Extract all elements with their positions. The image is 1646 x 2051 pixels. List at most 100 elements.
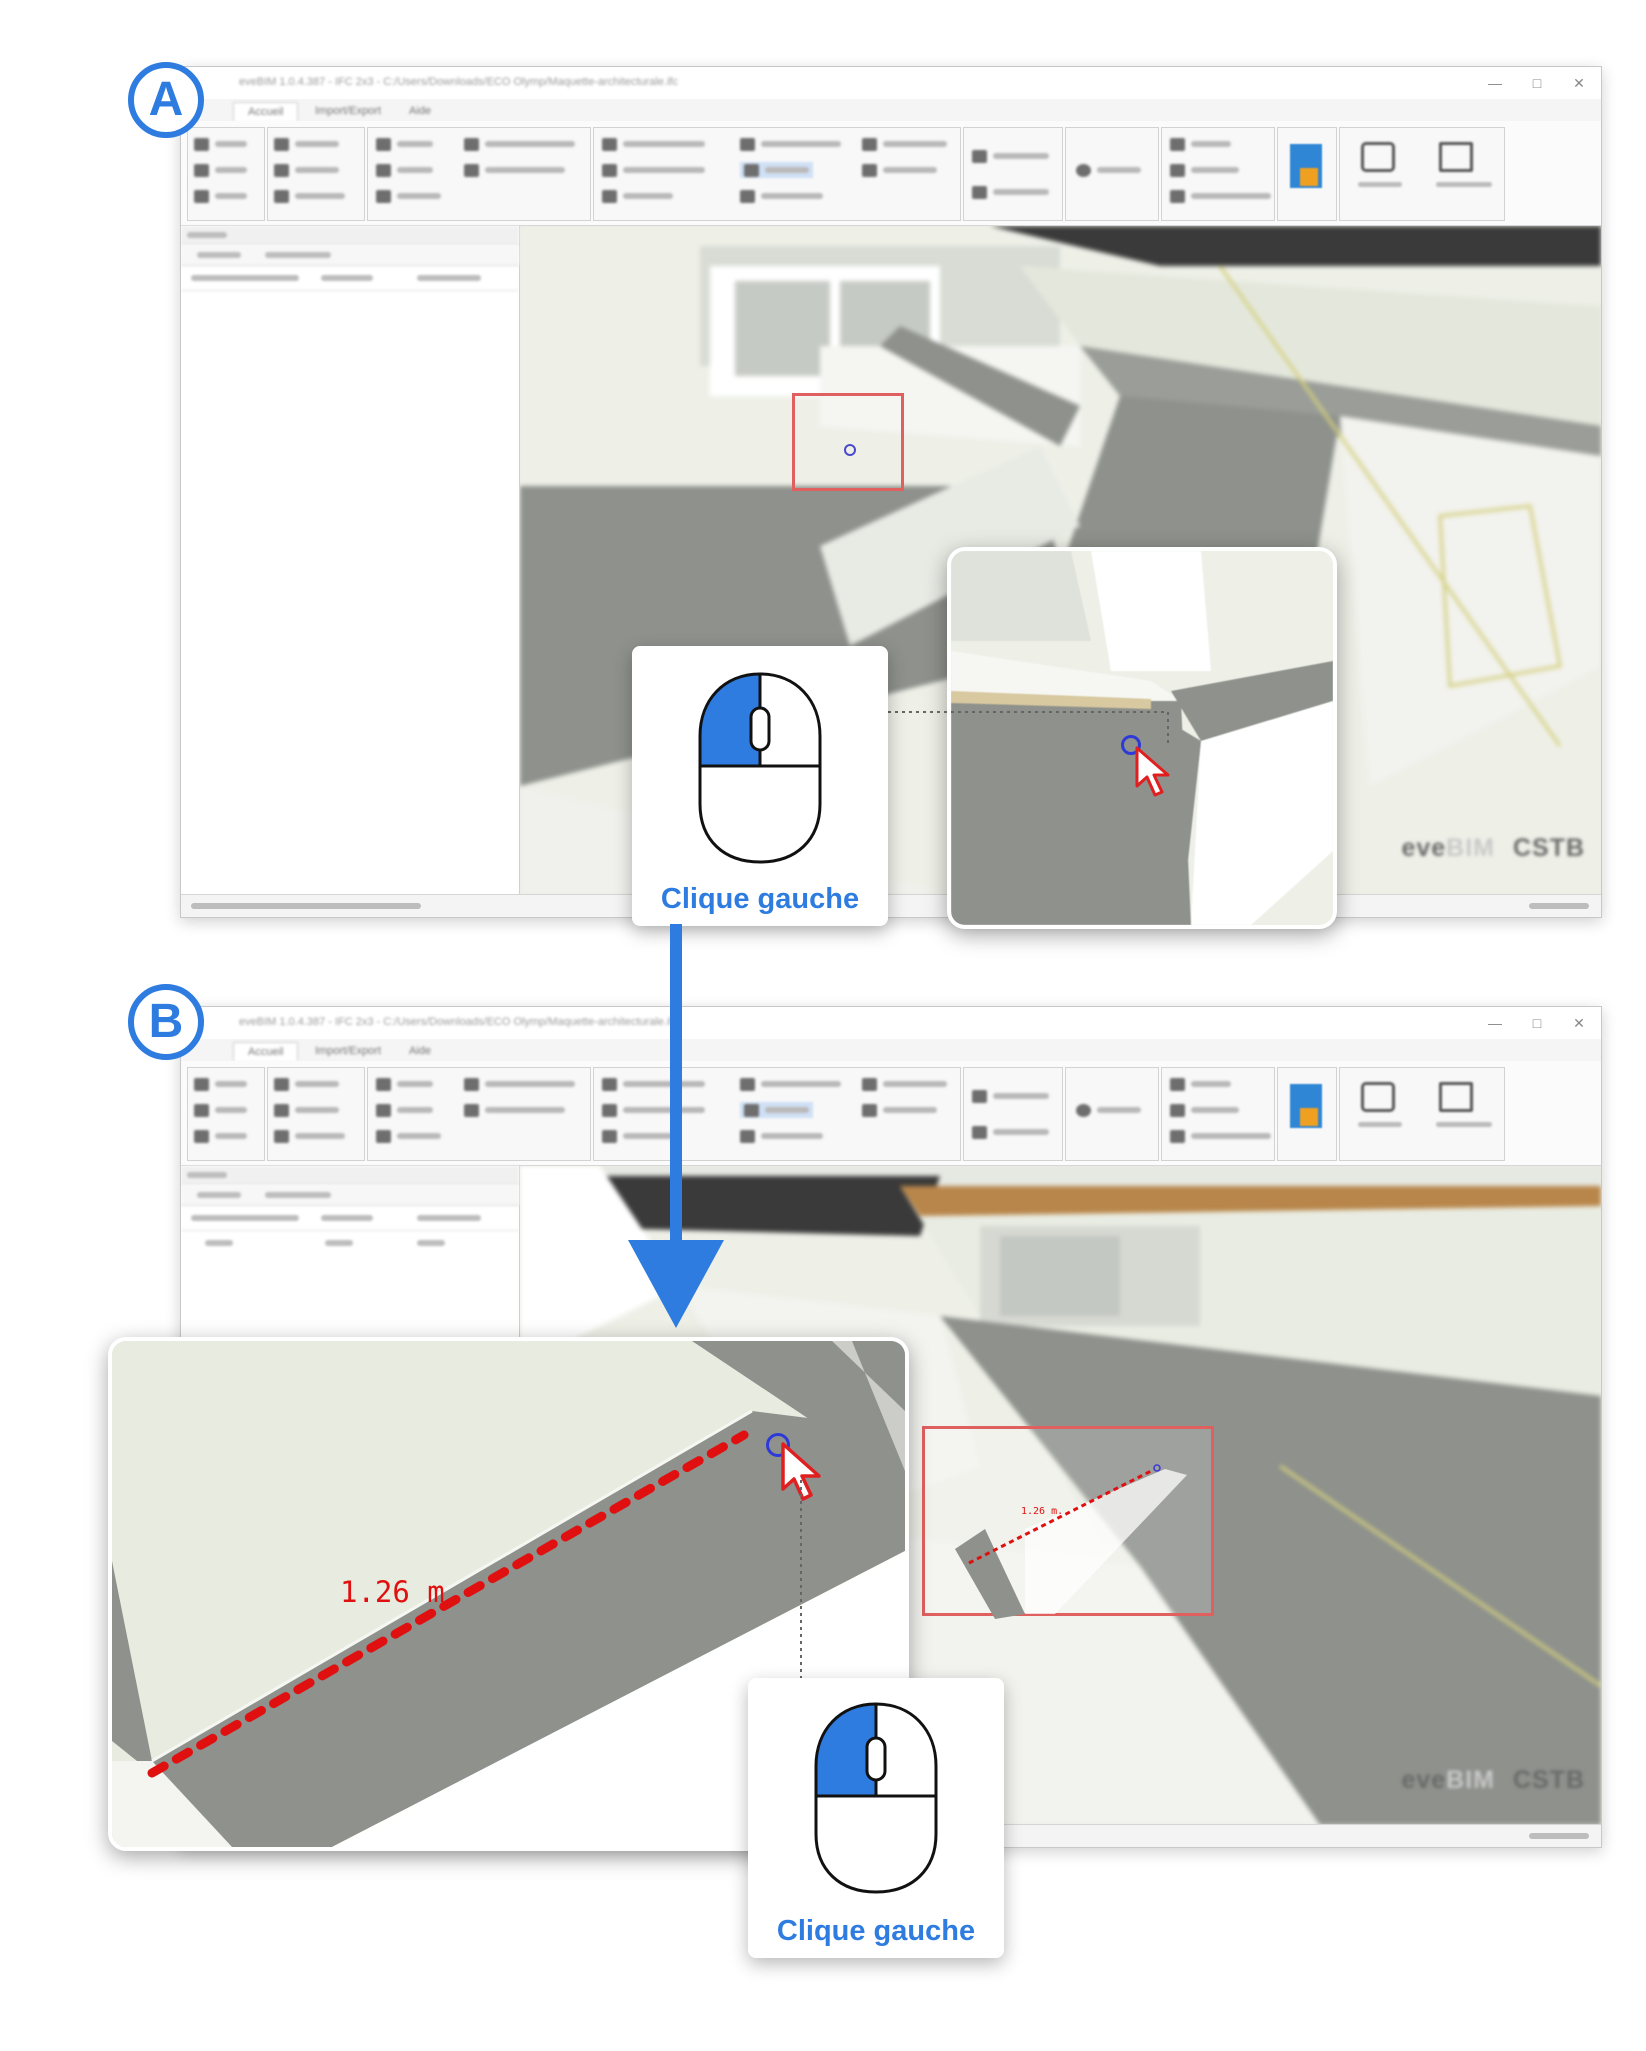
close-icon[interactable]: ✕ bbox=[1569, 1013, 1589, 1033]
ribbon-toolbar bbox=[181, 121, 1601, 226]
ribbon-button[interactable] bbox=[862, 1102, 937, 1118]
ribbon-group-selection bbox=[1065, 1067, 1159, 1161]
ribbon-big-button[interactable] bbox=[1358, 1082, 1402, 1127]
ribbon-group-ifcsg bbox=[1277, 1067, 1337, 1161]
step-badge-b: B bbox=[128, 984, 204, 1060]
ribbon-group-verification bbox=[963, 127, 1063, 221]
ribbon-button[interactable] bbox=[740, 188, 823, 204]
ribbon-button[interactable] bbox=[602, 162, 705, 178]
ribbon-button[interactable] bbox=[1170, 188, 1271, 204]
panel-header bbox=[181, 1166, 519, 1185]
ribbon-button[interactable] bbox=[972, 184, 1049, 200]
window-title: eveBIM 1.0.4.387 - IFC 2x3 - C:/Users/Do… bbox=[239, 76, 678, 88]
down-arrow-icon bbox=[628, 924, 724, 1328]
ribbon-button[interactable] bbox=[376, 1128, 441, 1144]
ribbon-button[interactable] bbox=[1170, 1076, 1231, 1092]
tab-distance[interactable] bbox=[197, 1192, 241, 1198]
ribbon-button[interactable] bbox=[274, 136, 339, 152]
mouse-card-caption: Clique gauche bbox=[660, 883, 860, 915]
ribbon-button[interactable] bbox=[1170, 1102, 1239, 1118]
measure-panel bbox=[181, 226, 520, 895]
tab-surface[interactable] bbox=[265, 252, 331, 258]
tab-import-export[interactable]: Import/Export bbox=[301, 102, 395, 120]
ribbon-tabs: Accueil Import/Export Aide bbox=[181, 1039, 1601, 1062]
ribbon-big-button[interactable] bbox=[1358, 142, 1402, 187]
ribbon-group-extensions bbox=[1339, 1067, 1505, 1161]
maximize-icon[interactable]: □ bbox=[1527, 73, 1547, 93]
ribbon-button[interactable] bbox=[1076, 1102, 1141, 1118]
minimize-icon[interactable]: — bbox=[1485, 1013, 1505, 1033]
ribbon-button[interactable] bbox=[464, 136, 575, 152]
maximize-icon[interactable]: □ bbox=[1527, 1013, 1547, 1033]
ribbon-button[interactable] bbox=[194, 188, 247, 204]
tab-accueil[interactable]: Accueil bbox=[233, 102, 299, 121]
ribbon-button[interactable] bbox=[376, 1102, 433, 1118]
ribbon-group-selection bbox=[1065, 127, 1159, 221]
measurement-label: 1.26 m. bbox=[340, 1575, 463, 1609]
measurement-line-small bbox=[955, 1464, 1187, 1619]
ribbon-button[interactable] bbox=[464, 1102, 565, 1118]
ribbon-button[interactable] bbox=[274, 1076, 339, 1092]
mouse-card-b: Clique gauche bbox=[748, 1678, 1004, 1958]
ribbon-button[interactable] bbox=[862, 1076, 947, 1092]
panel-header bbox=[181, 226, 519, 245]
ribbon-button[interactable] bbox=[464, 162, 565, 178]
ribbon-button[interactable] bbox=[602, 136, 705, 152]
tab-distance[interactable] bbox=[197, 252, 241, 258]
ribbon-big-button[interactable] bbox=[1436, 142, 1492, 187]
ribbon-button[interactable] bbox=[194, 1128, 247, 1144]
ribbon-button[interactable] bbox=[1170, 162, 1239, 178]
tab-aide[interactable]: Aide bbox=[395, 102, 445, 120]
ribbon-button[interactable] bbox=[1170, 1128, 1271, 1144]
ribbon-button[interactable] bbox=[274, 188, 345, 204]
tab-accueil[interactable]: Accueil bbox=[233, 1042, 299, 1061]
ribbon-button[interactable] bbox=[862, 136, 947, 152]
snap-point-icon bbox=[844, 444, 856, 456]
ribbon-button[interactable] bbox=[972, 1124, 1049, 1140]
measure-result-row[interactable] bbox=[181, 1231, 519, 1255]
ribbon-group-modeles bbox=[367, 127, 591, 221]
ribbon-button[interactable] bbox=[1170, 136, 1231, 152]
ribbon-button[interactable] bbox=[274, 162, 339, 178]
ribbon-group-edition bbox=[267, 1067, 365, 1161]
ribbon-button[interactable] bbox=[862, 162, 937, 178]
ribbon-button[interactable] bbox=[376, 162, 433, 178]
ribbon-group-modeles bbox=[367, 1067, 591, 1161]
ribbon-group-fichier bbox=[187, 1067, 265, 1161]
ribbon-button[interactable] bbox=[972, 1088, 1049, 1104]
ifcsg-badge bbox=[1300, 168, 1318, 186]
ribbon-group-verification bbox=[963, 1067, 1063, 1161]
ribbon-button[interactable] bbox=[194, 1076, 247, 1092]
ribbon-button[interactable] bbox=[274, 1102, 339, 1118]
ribbon-button[interactable] bbox=[740, 1128, 823, 1144]
measure-tool-button[interactable] bbox=[740, 1102, 813, 1118]
tab-aide[interactable]: Aide bbox=[395, 1042, 445, 1060]
snap-target-highlight bbox=[792, 393, 904, 491]
ribbon-button[interactable] bbox=[740, 1076, 841, 1092]
ribbon-big-button[interactable] bbox=[1436, 1082, 1492, 1127]
evebim-watermark: eveBIM CSTB bbox=[1401, 1766, 1585, 1794]
ribbon-button[interactable] bbox=[1076, 162, 1141, 178]
minimize-icon[interactable]: — bbox=[1485, 73, 1505, 93]
ribbon-button[interactable] bbox=[376, 136, 433, 152]
ribbon-button[interactable] bbox=[376, 188, 441, 204]
ribbon-button[interactable] bbox=[194, 136, 247, 152]
ribbon-button[interactable] bbox=[376, 1076, 433, 1092]
ribbon-group-vue-ifc bbox=[1161, 1067, 1275, 1161]
callout-connector bbox=[800, 1480, 802, 1685]
ribbon-button[interactable] bbox=[274, 1128, 345, 1144]
close-icon[interactable]: ✕ bbox=[1569, 73, 1589, 93]
ribbon-button[interactable] bbox=[740, 136, 841, 152]
ribbon-group-edition bbox=[267, 127, 365, 221]
ribbon-button[interactable] bbox=[602, 188, 673, 204]
ribbon-button[interactable] bbox=[194, 162, 247, 178]
ribbon-button[interactable] bbox=[464, 1076, 575, 1092]
ribbon-group-vue-ifc bbox=[1161, 127, 1275, 221]
tab-import-export[interactable]: Import/Export bbox=[301, 1042, 395, 1060]
ribbon-button[interactable] bbox=[194, 1102, 247, 1118]
tab-surface[interactable] bbox=[265, 1192, 331, 1198]
measure-tool-button[interactable] bbox=[740, 162, 813, 178]
ribbon-button[interactable] bbox=[972, 148, 1049, 164]
title-bar: eveBIM 1.0.4.387 - IFC 2x3 - C:/Users/Do… bbox=[181, 1007, 1601, 1039]
mouse-left-click-icon bbox=[698, 672, 822, 864]
